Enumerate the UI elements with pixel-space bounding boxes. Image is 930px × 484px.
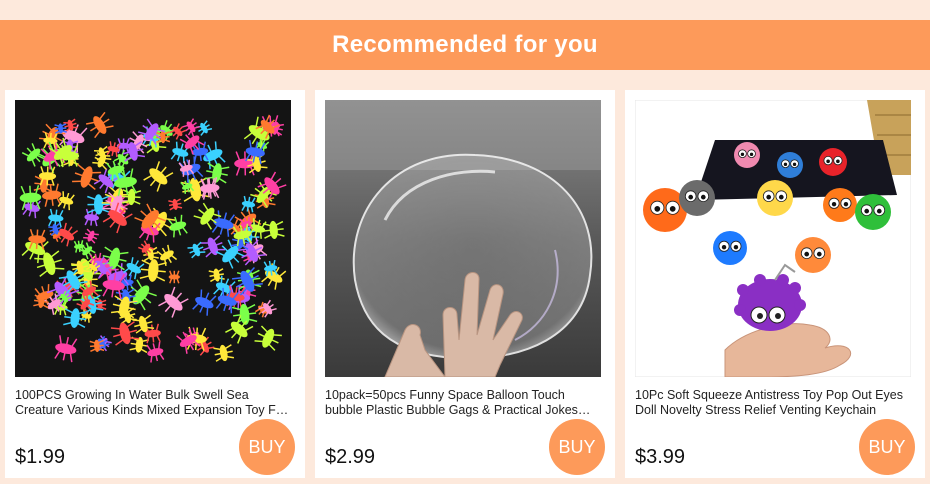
buy-button[interactable]: BUY: [239, 419, 295, 475]
product-price: $3.99: [635, 446, 686, 468]
product-price: $2.99: [325, 446, 376, 468]
product-price: $1.99: [15, 446, 66, 468]
product-title[interactable]: 100PCS Growing In Water Bulk Swell Sea C…: [15, 388, 295, 418]
buy-button[interactable]: BUY: [859, 419, 915, 475]
buy-button[interactable]: BUY: [549, 419, 605, 475]
product-image[interactable]: [15, 100, 291, 377]
product-card[interactable]: 100PCS Growing In Water Bulk Swell Sea C…: [5, 90, 305, 478]
section-title: Recommended for you: [332, 31, 598, 58]
product-card[interactable]: 10Pc Soft Squeeze Antistress Toy Pop Out…: [625, 90, 925, 478]
product-image[interactable]: [325, 100, 601, 377]
product-title[interactable]: 10pack=50pcs Funny Space Balloon Touch b…: [325, 388, 605, 418]
space-balloon-photo: [325, 100, 601, 377]
squeeze-toys-photo: [635, 100, 911, 377]
sea-creatures-photo: [15, 100, 291, 377]
product-image[interactable]: [635, 100, 911, 377]
product-card[interactable]: 10pack=50pcs Funny Space Balloon Touch b…: [315, 90, 615, 478]
recommended-banner: Recommended for you: [0, 20, 930, 70]
product-title[interactable]: 10Pc Soft Squeeze Antistress Toy Pop Out…: [635, 388, 915, 418]
